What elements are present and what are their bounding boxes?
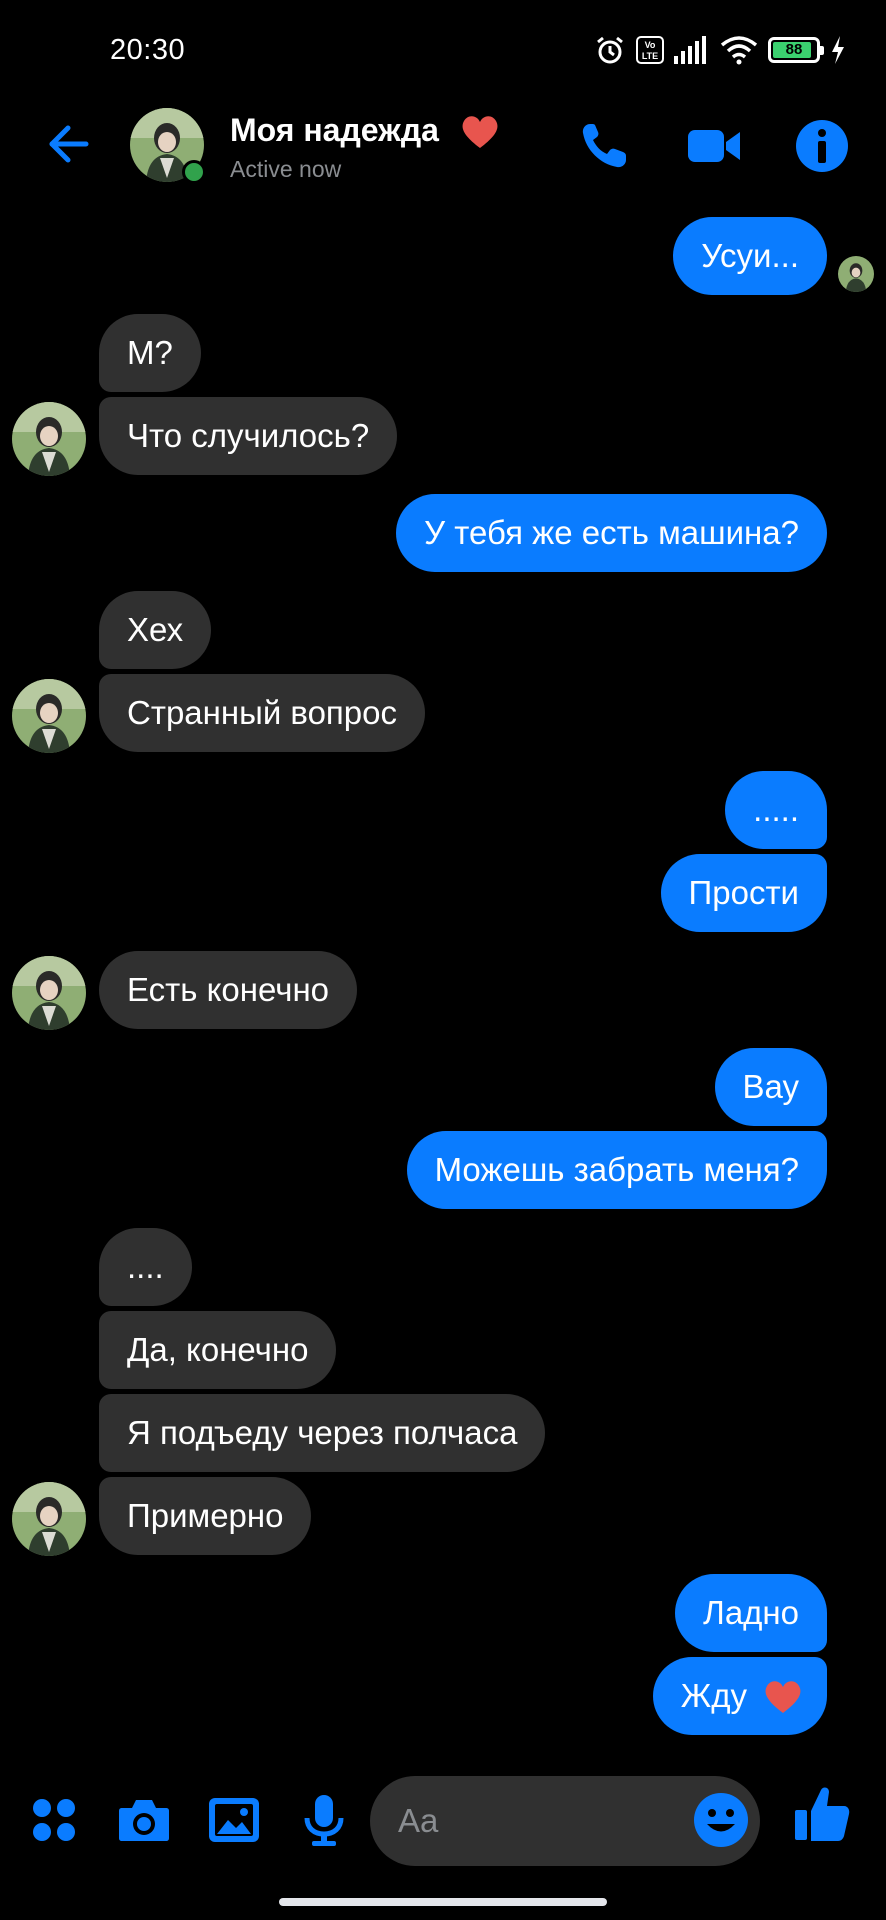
message-bubble-incoming[interactable]: Примерно — [99, 1477, 312, 1555]
message-input-placeholder: Aa — [398, 1802, 439, 1839]
back-arrow-icon[interactable] — [42, 118, 94, 170]
wifi-icon — [720, 36, 758, 65]
conversation-header: Моя надежда Active now — [0, 100, 886, 190]
sender-avatar[interactable] — [12, 402, 86, 476]
charging-icon — [832, 36, 844, 64]
message-text: Жду — [680, 1677, 747, 1714]
sender-avatar[interactable] — [12, 956, 86, 1030]
message-bubble-incoming[interactable]: М? — [99, 314, 201, 392]
message-bubble-outgoing[interactable]: Вау — [714, 1048, 827, 1126]
heart-emoji-icon — [765, 1681, 801, 1713]
sender-avatar[interactable] — [12, 679, 86, 753]
message-bubble-outgoing[interactable]: Жду — [652, 1657, 827, 1735]
seen-receipt-avatar — [838, 256, 874, 292]
like-thumb-icon[interactable] — [792, 1784, 852, 1844]
message-bubble-incoming[interactable]: Есть конечно — [99, 951, 358, 1029]
heart-emoji-icon — [462, 116, 498, 148]
home-indicator[interactable] — [279, 1898, 607, 1906]
battery-level: 88 — [785, 41, 803, 58]
volte-icon: Vo LTE — [636, 36, 664, 64]
message-bubble-outgoing[interactable]: Прости — [660, 854, 827, 932]
contact-name[interactable]: Моя надежда — [230, 112, 439, 149]
video-call-icon[interactable] — [686, 118, 742, 174]
online-indicator — [182, 160, 206, 184]
alarm-icon — [597, 36, 623, 64]
status-icons: Vo LTE 88 — [594, 30, 846, 70]
microphone-icon[interactable] — [296, 1792, 352, 1848]
signal-icon — [674, 36, 706, 64]
message-bubble-incoming[interactable]: Что случилось? — [99, 397, 398, 475]
emoji-icon[interactable] — [692, 1791, 750, 1849]
message-bubble-outgoing[interactable]: ..... — [725, 771, 827, 849]
message-bubble-incoming[interactable]: Я подъеду через полчаса — [99, 1394, 546, 1472]
message-input[interactable]: Aa — [370, 1776, 760, 1866]
more-actions-icon[interactable] — [26, 1792, 82, 1848]
message-bubble-outgoing[interactable]: У тебя же есть машина? — [396, 494, 827, 572]
gallery-icon[interactable] — [206, 1792, 262, 1848]
message-bubble-outgoing[interactable]: Усуи... — [673, 217, 827, 295]
status-bar: 20:30 Vo LTE 88 — [0, 0, 886, 100]
message-bubble-incoming[interactable]: Странный вопрос — [99, 674, 426, 752]
battery-icon: 88 — [768, 37, 824, 63]
message-bubble-incoming[interactable]: .... — [99, 1228, 192, 1306]
message-bubble-outgoing[interactable]: Можешь забрать меня? — [406, 1131, 827, 1209]
sender-avatar[interactable] — [12, 1482, 86, 1556]
status-time: 20:30 — [110, 34, 186, 66]
message-bubble-outgoing[interactable]: Ладно — [675, 1574, 827, 1652]
message-bubble-incoming[interactable]: Хех — [99, 591, 212, 669]
message-bubble-incoming[interactable]: Да, конечно — [99, 1311, 337, 1389]
camera-icon[interactable] — [116, 1792, 172, 1848]
message-composer: Aa — [0, 1770, 886, 1870]
phone-call-icon[interactable] — [576, 118, 632, 174]
presence-status: Active now — [230, 156, 342, 182]
info-icon[interactable] — [794, 118, 850, 174]
